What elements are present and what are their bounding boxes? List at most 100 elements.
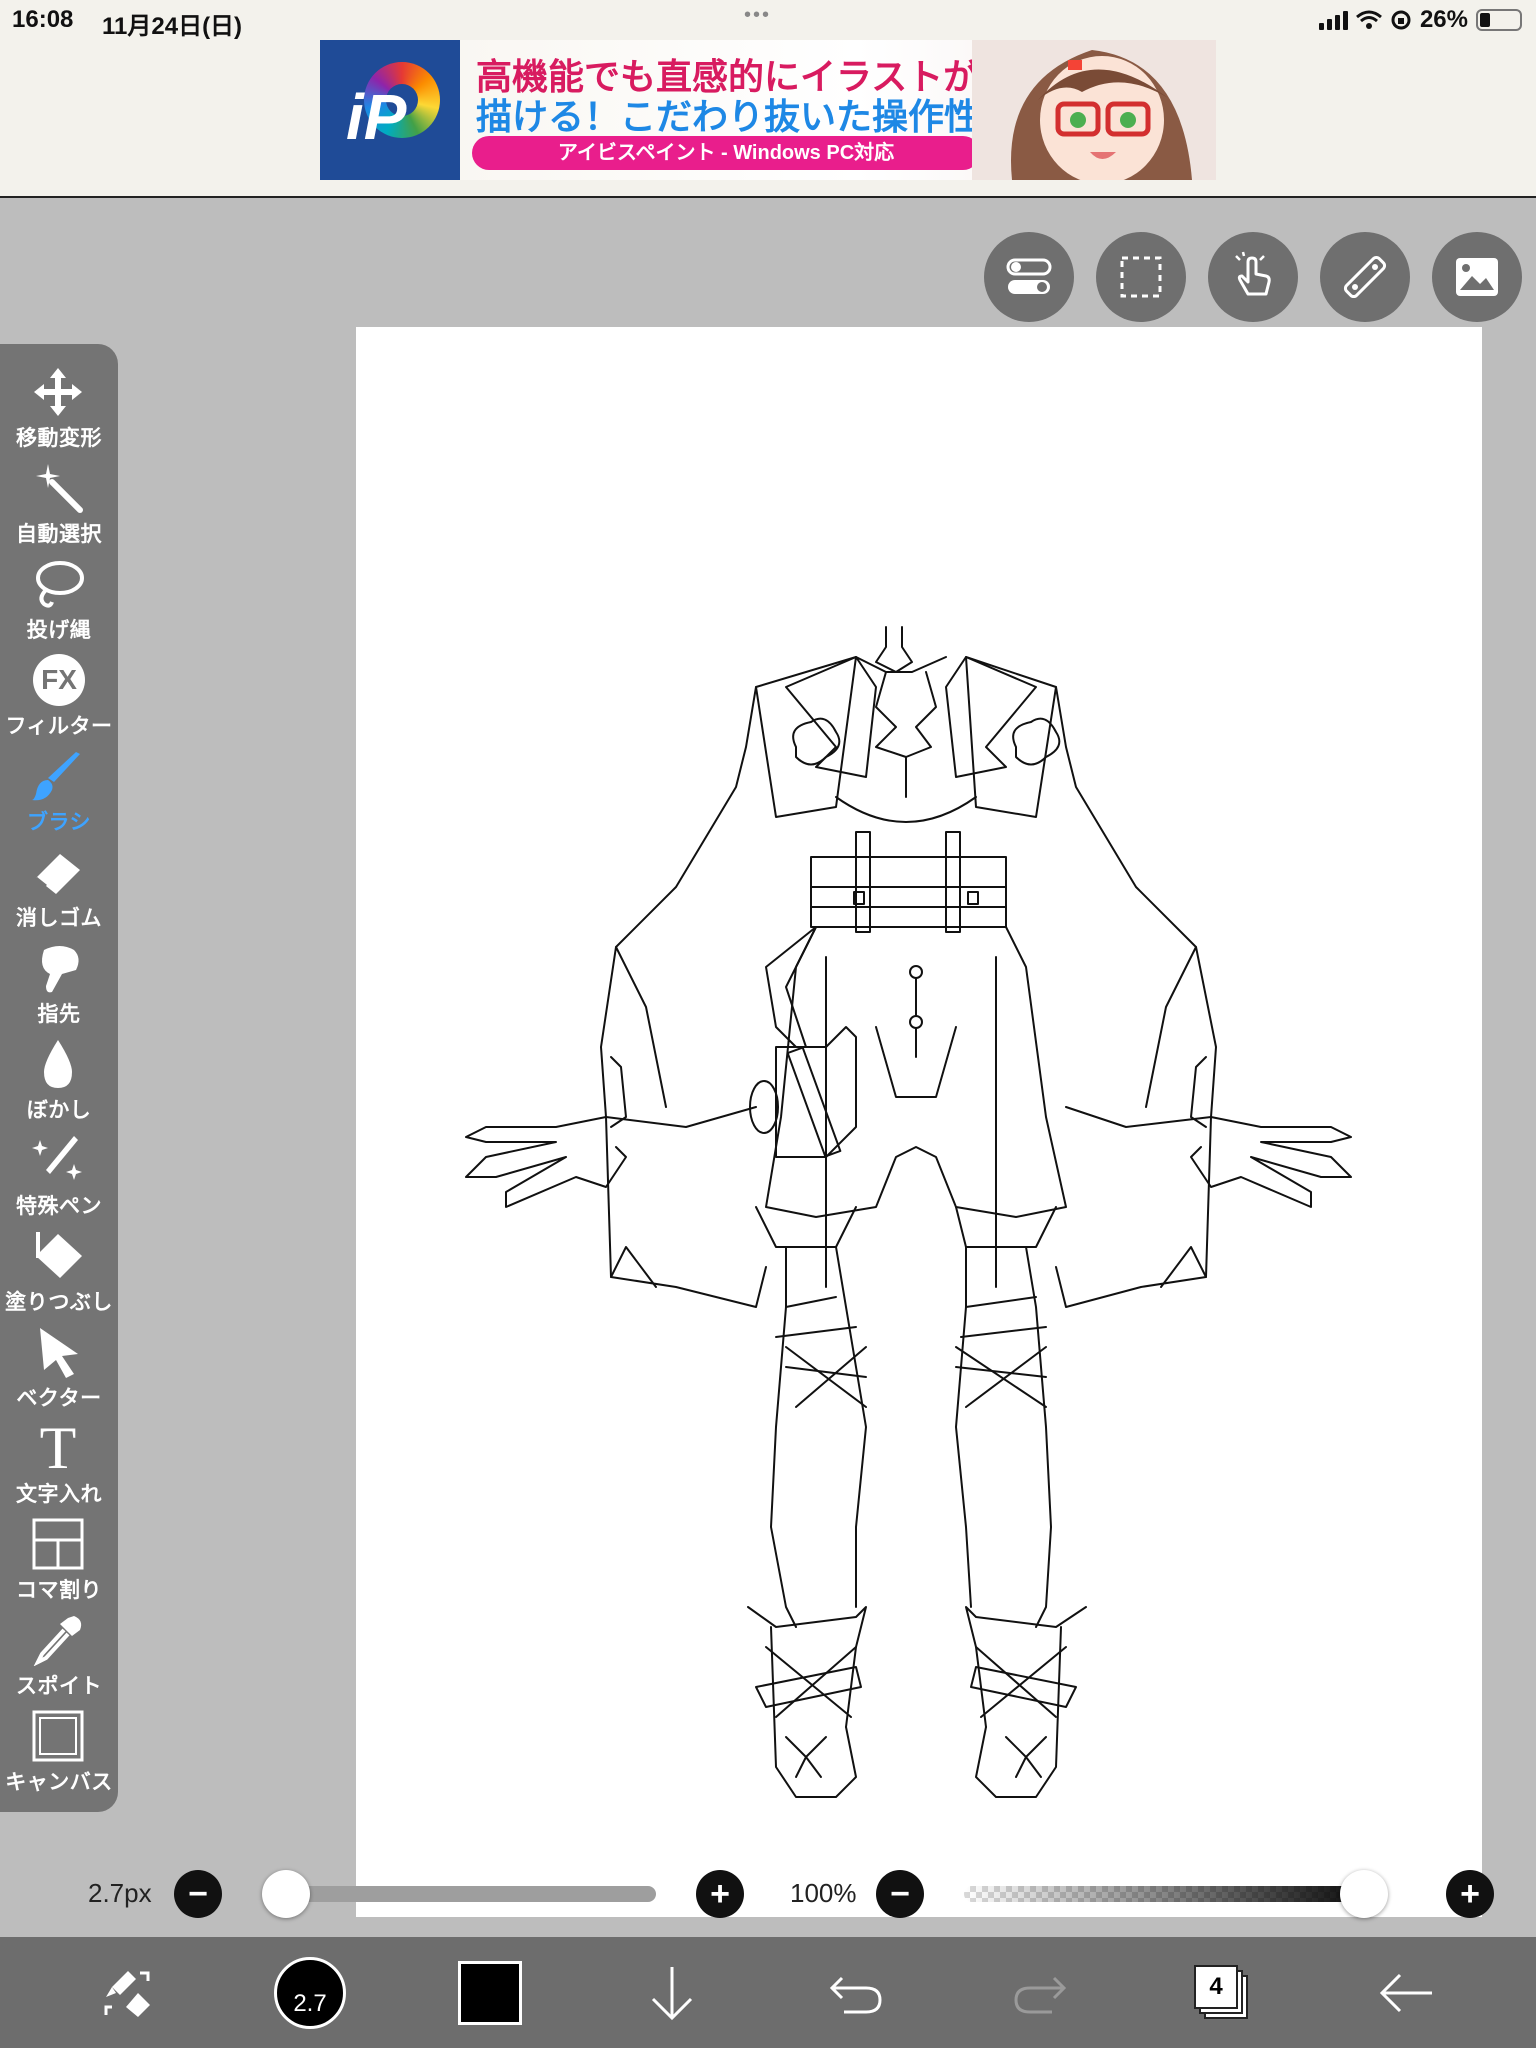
tool-canvas[interactable]: キャンバス [0, 1704, 118, 1800]
tool-move-transform[interactable]: 移動変形 [0, 360, 118, 456]
color-swatch [458, 1960, 522, 2025]
canvas-icon [32, 1710, 84, 1762]
touch-mode-button[interactable] [1208, 232, 1298, 322]
line-art-drawing [465, 626, 1352, 1798]
quick-swap-icon [104, 1970, 150, 2017]
reference-image-button[interactable] [1432, 232, 1522, 322]
layers-icon: 4 [1194, 1964, 1250, 2021]
tool-label: 投げ縄 [26, 619, 92, 642]
status-time: 16:08 [12, 6, 74, 33]
tool-eraser[interactable]: 消しゴム [0, 840, 118, 936]
eyedropper-icon [33, 1616, 82, 1666]
redo-icon [1014, 1976, 1067, 2013]
drawing-canvas[interactable] [356, 327, 1482, 1917]
brush-icon [32, 752, 80, 801]
text-icon: T [39, 1415, 77, 1481]
tool-label: ブラシ [26, 811, 92, 834]
tool-finger[interactable]: 指先 [0, 936, 118, 1032]
fill-icon [36, 1232, 82, 1278]
undo-button[interactable] [812, 1937, 900, 2048]
app-screen: 16:08 11月24日(日) ••• 26% iP 高機能でも直感的にイラスト… [0, 0, 1536, 2048]
brush-size-knob[interactable] [262, 1870, 310, 1918]
toggle-icon [1006, 258, 1052, 294]
layers-button[interactable]: 4 [1178, 1937, 1266, 2048]
ad-character-illustration [972, 40, 1216, 180]
tool-label: スポイト [16, 1675, 102, 1698]
tool-label: 消しゴム [16, 907, 102, 930]
tool-label: キャンバス [5, 1771, 113, 1794]
back-button[interactable] [1362, 1937, 1450, 2048]
plus-icon: + [710, 1875, 730, 1913]
ad-subheadline: 描ける！こだわり抜いた操作性！ [476, 96, 1017, 137]
plus-icon: + [1460, 1875, 1480, 1913]
redo-button[interactable] [996, 1937, 1084, 2048]
tool-filter[interactable]: FX フィルター [0, 648, 118, 744]
ruler-icon [1343, 255, 1387, 299]
brush-size-slider[interactable] [272, 1886, 656, 1902]
tool-fill[interactable]: 塗りつぶし [0, 1224, 118, 1320]
wifi-icon [1355, 10, 1382, 29]
frame-divider-icon [32, 1518, 84, 1570]
fx-icon: FX [33, 654, 85, 706]
tool-label: 塗りつぶし [5, 1291, 113, 1314]
tool-label: 特殊ペン [16, 1195, 102, 1218]
back-arrow-icon [1379, 1973, 1432, 2012]
brush-size-increase-button[interactable]: + [696, 1870, 744, 1918]
brush-size-decrease-button[interactable]: − [174, 1870, 222, 1918]
minus-icon: − [188, 1875, 208, 1913]
tool-eyedropper[interactable]: スポイト [0, 1608, 118, 1704]
status-date: 11月24日(日) [102, 13, 243, 40]
tool-vector[interactable]: ベクター [0, 1320, 118, 1416]
blur-drop-icon [44, 1040, 72, 1088]
tool-lasso[interactable]: 投げ縄 [0, 552, 118, 648]
download-arrow-icon [651, 1966, 693, 2020]
brush-size-label: 2.7px [88, 1878, 152, 1908]
status-bar: 16:08 11月24日(日) ••• 26% iP 高機能でも直感的にイラスト… [0, 0, 1536, 198]
ibis-paint-logo: iP [320, 40, 460, 180]
lasso-icon [36, 561, 84, 608]
tool-text[interactable]: T 文字入れ [0, 1416, 118, 1512]
layer-count: 4 [1209, 1972, 1223, 2000]
tool-magic-wand[interactable]: 自動選択 [0, 456, 118, 552]
selection-icon [1120, 256, 1162, 298]
move-icon [34, 368, 82, 416]
tool-palette: 移動変形 自動選択 投げ縄 FX フィルター ブラシ 消しゴム 指先 ぼかし 特… [0, 344, 118, 1812]
save-download-button[interactable] [628, 1937, 716, 2048]
brush-size-disc: 2.7 [274, 1956, 346, 2029]
status-indicators: 26% [1318, 6, 1522, 34]
multitask-dots-icon[interactable]: ••• [744, 4, 771, 27]
tool-special-pen[interactable]: 特殊ペン [0, 1128, 118, 1224]
tool-label: ぼかし [26, 1099, 92, 1122]
opacity-increase-button[interactable]: + [1446, 1870, 1494, 1918]
bottom-toolbar: 2.7 4 [0, 1937, 1536, 2048]
tool-brush[interactable]: ブラシ [0, 744, 118, 840]
ruler-button[interactable] [1320, 232, 1410, 322]
opacity-knob[interactable] [1340, 1870, 1388, 1918]
tool-frame-divider[interactable]: コマ割り [0, 1512, 118, 1608]
brush-size-button[interactable]: 2.7 [266, 1937, 354, 2048]
battery-percent: 26% [1419, 6, 1468, 33]
special-pen-icon [32, 1136, 82, 1180]
tool-label: ベクター [16, 1387, 102, 1410]
color-button[interactable] [446, 1937, 534, 2048]
tool-label: コマ割り [16, 1579, 102, 1602]
undo-icon [829, 1976, 882, 2013]
tool-label: 指先 [37, 1003, 81, 1026]
opacity-label: 100% [790, 1878, 857, 1908]
ad-pill: アイビスペイント - Windows PC対応 [472, 136, 980, 170]
opacity-slider[interactable] [964, 1886, 1384, 1902]
opacity-decrease-button[interactable]: − [876, 1870, 924, 1918]
tool-blur[interactable]: ぼかし [0, 1032, 118, 1128]
quick-swap-button[interactable] [84, 1937, 172, 2048]
cellular-signal-icon [1318, 10, 1348, 30]
tool-label: フィルター [5, 715, 113, 738]
touch-icon [1235, 251, 1271, 296]
toggle-settings-button[interactable] [984, 232, 1074, 322]
ad-banner[interactable]: iP 高機能でも直感的にイラストが 描ける！こだわり抜いた操作性！ アイビスペイ… [320, 40, 1216, 180]
tool-label: 文字入れ [16, 1483, 102, 1506]
eraser-icon [35, 854, 80, 894]
selection-layer-button[interactable] [1096, 232, 1186, 322]
top-tool-buttons [984, 232, 1522, 322]
minus-icon: − [890, 1875, 910, 1913]
magic-wand-icon [36, 464, 83, 513]
